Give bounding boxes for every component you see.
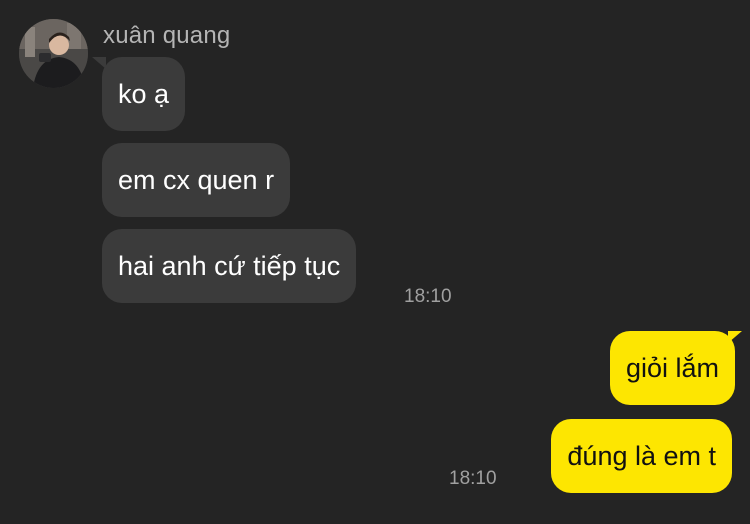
- message-timestamp: 18:10: [449, 468, 497, 489]
- incoming-message[interactable]: ko ạ: [102, 57, 186, 131]
- incoming-message[interactable]: hai anh cứ tiếp tục: [102, 229, 357, 303]
- sender-avatar[interactable]: [19, 19, 88, 88]
- incoming-message[interactable]: em cx quen r: [102, 143, 291, 217]
- sender-name: xuân quang: [103, 22, 231, 49]
- user-photo-icon: [19, 19, 88, 88]
- outgoing-message[interactable]: đúng là em t: [551, 419, 732, 493]
- message-timestamp: 18:10: [404, 286, 452, 307]
- outgoing-message[interactable]: giỏi lắm: [609, 331, 735, 405]
